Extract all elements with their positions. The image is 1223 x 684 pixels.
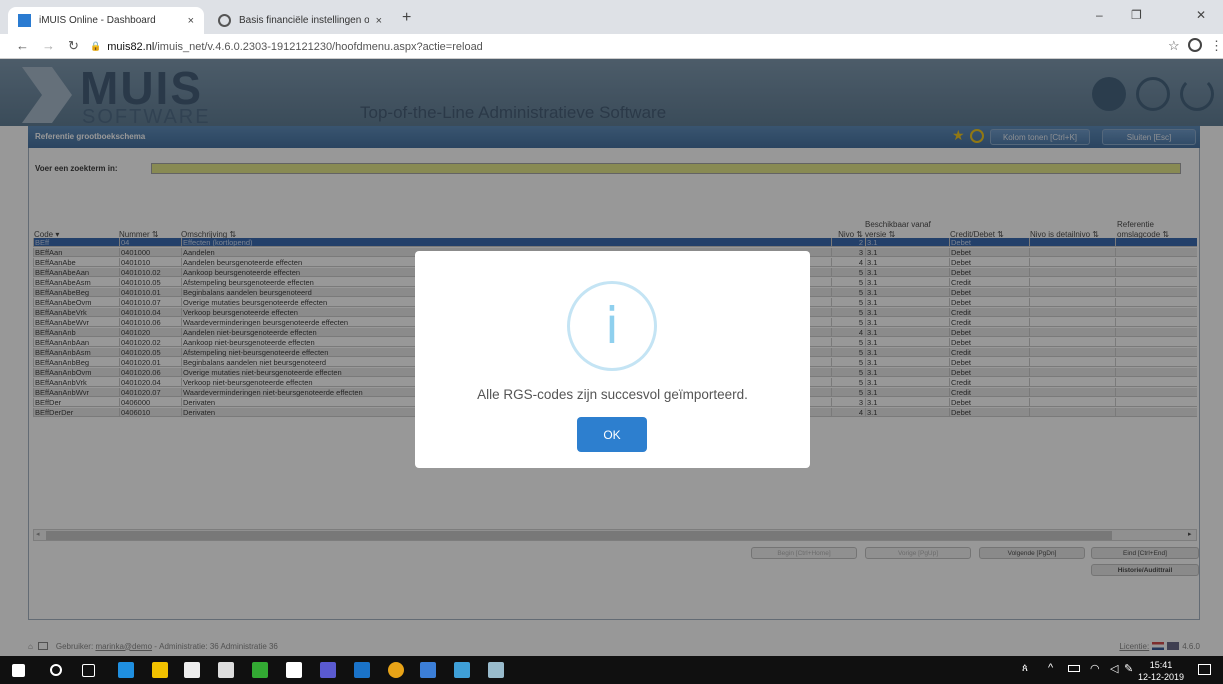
- globe-icon: [218, 14, 231, 27]
- tab-basis-financiele[interactable]: Basis financiële instellingen oph ×: [208, 7, 392, 34]
- close-window-button[interactable]: ✕: [1196, 8, 1206, 22]
- chrome-icon[interactable]: [388, 662, 404, 678]
- wifi-icon[interactable]: ◠: [1090, 662, 1100, 675]
- info-circle-icon: i: [567, 281, 657, 371]
- ok-button[interactable]: OK: [577, 417, 647, 452]
- tab-imuis-dashboard[interactable]: iMUIS Online - Dashboard ×: [8, 7, 204, 34]
- windows-taskbar: ጰ ^ ◠ ◁ ✎ 15:41 12-12-2019: [0, 656, 1223, 684]
- minimize-button[interactable]: –: [1096, 8, 1103, 22]
- tripadvisor-icon[interactable]: [252, 662, 268, 678]
- clock-date: 12-12-2019: [1138, 672, 1185, 682]
- bookmark-star-icon[interactable]: ☆: [1168, 38, 1180, 54]
- clock-time: 15:41: [1149, 660, 1173, 670]
- lock-icon: 🔒: [90, 41, 102, 51]
- app-icon[interactable]: [454, 662, 470, 678]
- maximize-button[interactable]: ❐: [1131, 8, 1142, 22]
- people-icon[interactable]: ጰ: [1022, 663, 1028, 674]
- amazon-icon[interactable]: [218, 662, 234, 678]
- pen-icon[interactable]: ✎: [1124, 662, 1133, 675]
- forward-arrow-icon[interactable]: →: [42, 38, 55, 53]
- close-tab-icon[interactable]: ×: [188, 15, 194, 27]
- back-arrow-icon[interactable]: ←: [16, 38, 29, 53]
- imuis-favicon-icon: [18, 14, 31, 27]
- task-view-icon[interactable]: [82, 664, 95, 677]
- info-glyph: i: [605, 297, 619, 355]
- battery-icon[interactable]: [1068, 665, 1080, 672]
- profile-icon[interactable]: [1188, 38, 1202, 52]
- file-explorer-icon[interactable]: [152, 662, 168, 678]
- mail-icon[interactable]: [286, 662, 302, 678]
- info-dialog: i Alle RGS-codes zijn succesvol geïmport…: [415, 251, 810, 468]
- new-tab-button[interactable]: +: [402, 9, 411, 27]
- close-tab-icon[interactable]: ×: [376, 15, 382, 27]
- store-icon[interactable]: [184, 662, 200, 678]
- tab-title: Basis financiële instellingen oph: [239, 15, 369, 26]
- outlook-icon[interactable]: [354, 662, 370, 678]
- windows-start-icon[interactable]: [12, 664, 25, 677]
- url-path: /imuis_net/v.4.6.0.2303-1912121230/hoofd…: [154, 40, 483, 53]
- remote-desktop-icon[interactable]: [420, 662, 436, 678]
- search-icon[interactable]: [50, 664, 62, 676]
- taskbar-clock[interactable]: 15:41 12-12-2019: [1138, 659, 1184, 683]
- menu-kebab-icon[interactable]: ⋮: [1210, 38, 1223, 54]
- address-bar: ← → ↻ 🔒 muis82.nl /imuis_net/v.4.6.0.230…: [0, 34, 1223, 59]
- notifications-icon[interactable]: [1198, 664, 1211, 675]
- tray-chevron-icon[interactable]: ^: [1048, 662, 1053, 674]
- browser-tab-bar: iMUIS Online - Dashboard × Basis financi…: [0, 0, 1223, 34]
- dialog-message: Alle RGS-codes zijn succesvol geïmportee…: [477, 387, 748, 402]
- url-host: muis82.nl: [107, 40, 155, 53]
- tab-title: iMUIS Online - Dashboard: [39, 15, 156, 26]
- edge-browser-icon[interactable]: [118, 662, 134, 678]
- url-field[interactable]: 🔒 muis82.nl /imuis_net/v.4.6.0.2303-1912…: [90, 37, 1140, 56]
- volume-icon[interactable]: ◁: [1110, 662, 1118, 675]
- reload-icon[interactable]: ↻: [68, 38, 79, 54]
- paint-icon[interactable]: [488, 662, 504, 678]
- teams-icon[interactable]: [320, 662, 336, 678]
